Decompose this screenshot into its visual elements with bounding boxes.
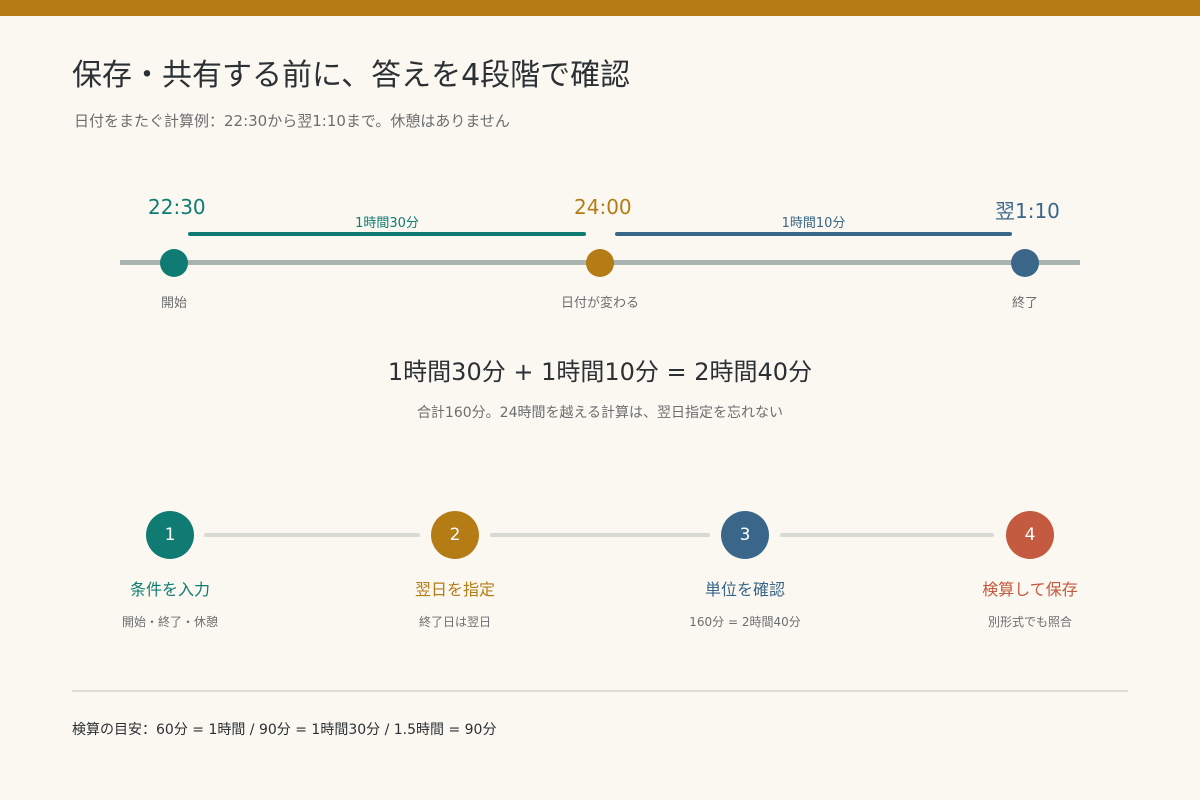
end-node bbox=[1011, 249, 1039, 277]
segment1-bar bbox=[188, 232, 586, 236]
step-2-desc: 終了日は翌日 bbox=[418, 615, 491, 629]
start-node-label: 開始 bbox=[160, 296, 187, 311]
step-1-title: 条件を入力 bbox=[129, 580, 210, 599]
page-title: 保存・共有する前に、答えを4段階で確認 bbox=[72, 58, 631, 93]
step-connector bbox=[780, 533, 994, 537]
segment1-duration-label: 1時間30分 bbox=[355, 216, 419, 231]
midnight-node-label: 日付が変わる bbox=[560, 296, 639, 311]
step-2-badge: 2 bbox=[431, 511, 479, 559]
footer-check-guide: 検算の目安：60分 = 1時間 / 90分 = 1時間30分 / 1.5時間 =… bbox=[72, 722, 497, 738]
end-node-label: 終了 bbox=[1011, 296, 1038, 311]
step-1-badge: 1 bbox=[146, 511, 194, 559]
calculation-equation: 1時間30分 + 1時間10分 = 2時間40分 bbox=[387, 358, 813, 386]
step-4-badge: 4 bbox=[1006, 511, 1054, 559]
step-connector bbox=[204, 533, 420, 537]
start-node bbox=[160, 249, 188, 277]
segment2-duration-label: 1時間10分 bbox=[781, 216, 846, 231]
calculation-note: 合計160分。24時間を越える計算は、翌日指定を忘れない bbox=[416, 405, 784, 421]
midnight-node bbox=[586, 249, 614, 277]
step-4-title: 検算して保存 bbox=[982, 580, 1078, 599]
step-3-desc: 160分 = 2時間40分 bbox=[689, 615, 801, 629]
step-3-title: 単位を確認 bbox=[704, 580, 785, 599]
step-connector bbox=[490, 533, 710, 537]
top-accent-bar bbox=[0, 0, 1200, 16]
step-3-badge: 3 bbox=[721, 511, 769, 559]
page-subtitle: 日付をまたぐ計算例：22:30から翌1:10まで。休憩はありません bbox=[74, 112, 510, 130]
segment2-bar bbox=[615, 232, 1012, 236]
step-1-desc: 開始・終了・休憩 bbox=[121, 615, 218, 629]
step-4-desc: 別形式でも照合 bbox=[987, 615, 1072, 629]
footer-divider bbox=[72, 690, 1128, 692]
step-2-title: 翌日を指定 bbox=[414, 580, 495, 599]
